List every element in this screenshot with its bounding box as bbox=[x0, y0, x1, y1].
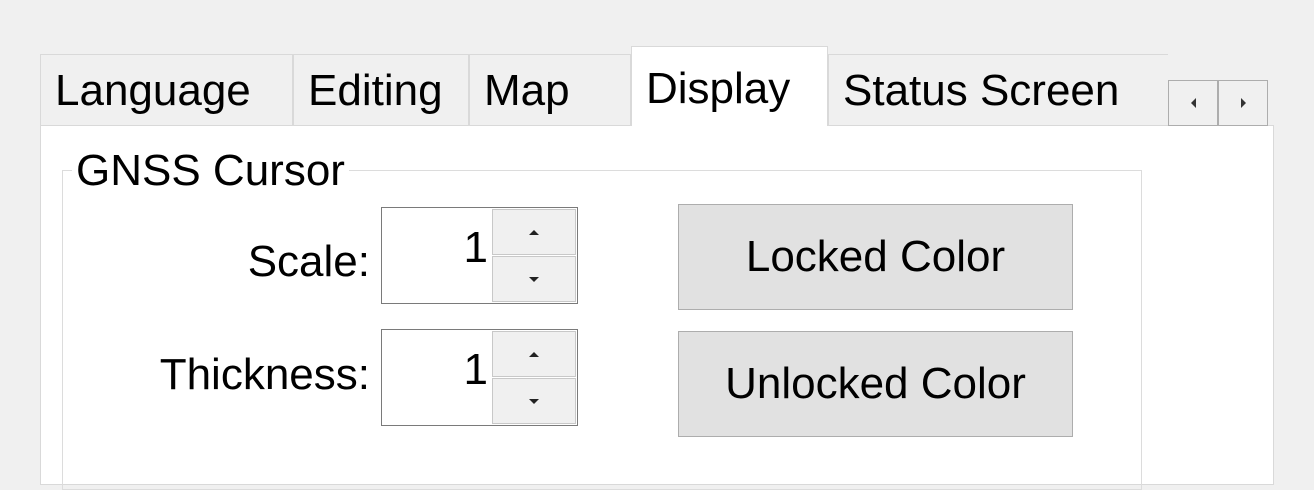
thickness-increment-button[interactable] bbox=[492, 331, 576, 377]
chevron-up-icon bbox=[529, 229, 539, 235]
tab-editing[interactable]: Editing bbox=[293, 54, 469, 126]
tab-display[interactable]: Display bbox=[631, 46, 828, 126]
scale-value[interactable]: 1 bbox=[382, 208, 488, 303]
thickness-value[interactable]: 1 bbox=[382, 330, 488, 425]
triangle-right-icon bbox=[1240, 98, 1246, 108]
thickness-spinbox[interactable]: 1 bbox=[381, 329, 578, 426]
scale-increment-button[interactable] bbox=[492, 209, 576, 255]
tab-status-screen[interactable]: Status Screen bbox=[828, 54, 1168, 126]
triangle-left-icon bbox=[1190, 98, 1196, 108]
tab-scroll-right-button[interactable] bbox=[1218, 80, 1268, 126]
scale-spinbox[interactable]: 1 bbox=[381, 207, 578, 304]
tab-map[interactable]: Map bbox=[469, 54, 631, 126]
scale-decrement-button[interactable] bbox=[492, 256, 576, 302]
thickness-label: Thickness: bbox=[159, 350, 370, 399]
chevron-down-icon bbox=[529, 276, 539, 282]
tab-scroll-left-button[interactable] bbox=[1168, 80, 1218, 126]
scale-label: Scale: bbox=[247, 237, 370, 286]
tab-strip: Language Editing Map Display Status Scre… bbox=[40, 46, 1270, 126]
unlocked-color-button[interactable]: Unlocked Color bbox=[678, 331, 1073, 437]
chevron-down-icon bbox=[529, 398, 539, 404]
thickness-decrement-button[interactable] bbox=[492, 378, 576, 424]
chevron-up-icon bbox=[529, 351, 539, 357]
locked-color-button[interactable]: Locked Color bbox=[678, 204, 1073, 310]
groupbox-title: GNSS Cursor bbox=[72, 146, 349, 196]
tab-language[interactable]: Language bbox=[40, 54, 293, 126]
